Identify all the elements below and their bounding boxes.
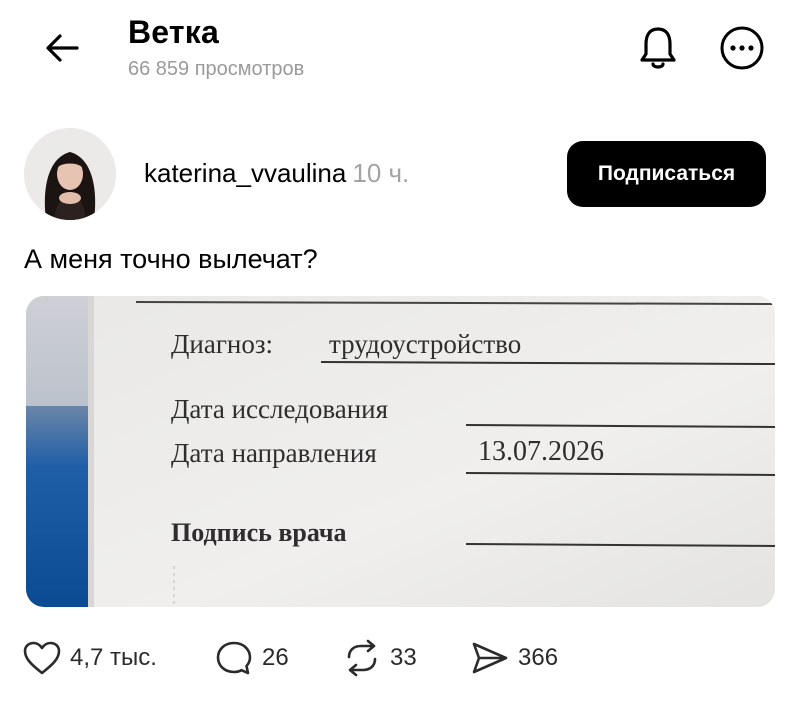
exam-date-label: Дата исследования xyxy=(171,394,388,424)
comment-count: 26 xyxy=(262,644,289,671)
heart-icon xyxy=(23,641,61,675)
post-time: 10 ч. xyxy=(352,158,410,188)
comment-icon xyxy=(216,641,252,675)
bell-icon xyxy=(640,27,676,69)
referral-date-value: 13.07.2026 xyxy=(478,436,604,467)
post-image[interactable]: Диагноз: трудоустройство Дата исследован… xyxy=(26,296,775,607)
diagnosis-value: трудоустройство xyxy=(329,329,521,359)
diagnosis-label: Диагноз: xyxy=(171,329,273,359)
author-line: katerina_vvaulina 10 ч. xyxy=(144,158,409,189)
share-button[interactable]: 366 xyxy=(470,638,558,678)
share-icon xyxy=(472,642,508,674)
like-button[interactable]: 4,7 тыс. xyxy=(22,638,157,678)
referral-date-label: Дата направления xyxy=(171,438,377,468)
author-name[interactable]: katerina_vvaulina xyxy=(144,158,346,188)
more-options-button[interactable] xyxy=(716,22,768,74)
repost-icon xyxy=(347,639,377,677)
avatar[interactable] xyxy=(24,128,116,220)
post-text: А меня точно вылечат? xyxy=(24,244,318,274)
repost-count: 33 xyxy=(390,644,417,671)
repost-button[interactable]: 33 xyxy=(342,638,417,678)
share-count: 366 xyxy=(518,644,559,671)
more-icon xyxy=(720,26,764,70)
view-count: 66 859 просмотров xyxy=(128,58,305,80)
like-count: 4,7 тыс. xyxy=(70,644,157,671)
follow-button[interactable]: Подписаться xyxy=(567,141,766,207)
back-arrow-icon xyxy=(46,34,79,62)
back-button[interactable] xyxy=(38,26,86,70)
page-title: Ветка xyxy=(128,14,219,50)
notifications-button[interactable] xyxy=(632,22,684,74)
comment-button[interactable]: 26 xyxy=(214,638,289,678)
signature-label: Подпись врача xyxy=(171,518,347,547)
